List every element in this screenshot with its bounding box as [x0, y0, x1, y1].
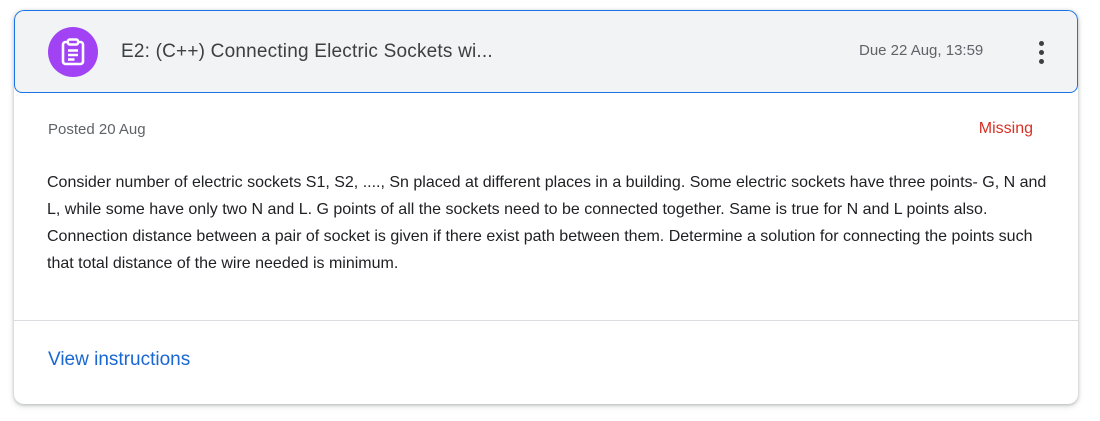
- posted-date: Posted 20 Aug: [48, 121, 146, 138]
- assignment-card: E2: (C++) Connecting Electric Sockets wi…: [14, 10, 1078, 404]
- assignment-title[interactable]: E2: (C++) Connecting Electric Sockets wi…: [121, 41, 493, 63]
- more-vert-icon: [1038, 40, 1044, 46]
- assignment-header[interactable]: E2: (C++) Connecting Electric Sockets wi…: [14, 10, 1078, 93]
- status-missing: Missing: [978, 120, 1033, 137]
- assignment-description: Consider number of electric sockets S1, …: [47, 174, 1047, 272]
- divider: [14, 320, 1078, 321]
- assignment-icon: [48, 27, 98, 77]
- more-options-button[interactable]: [1027, 35, 1055, 69]
- due-date: Due 22 Aug, 13:59: [859, 42, 984, 59]
- view-instructions-link[interactable]: View instructions: [48, 349, 190, 371]
